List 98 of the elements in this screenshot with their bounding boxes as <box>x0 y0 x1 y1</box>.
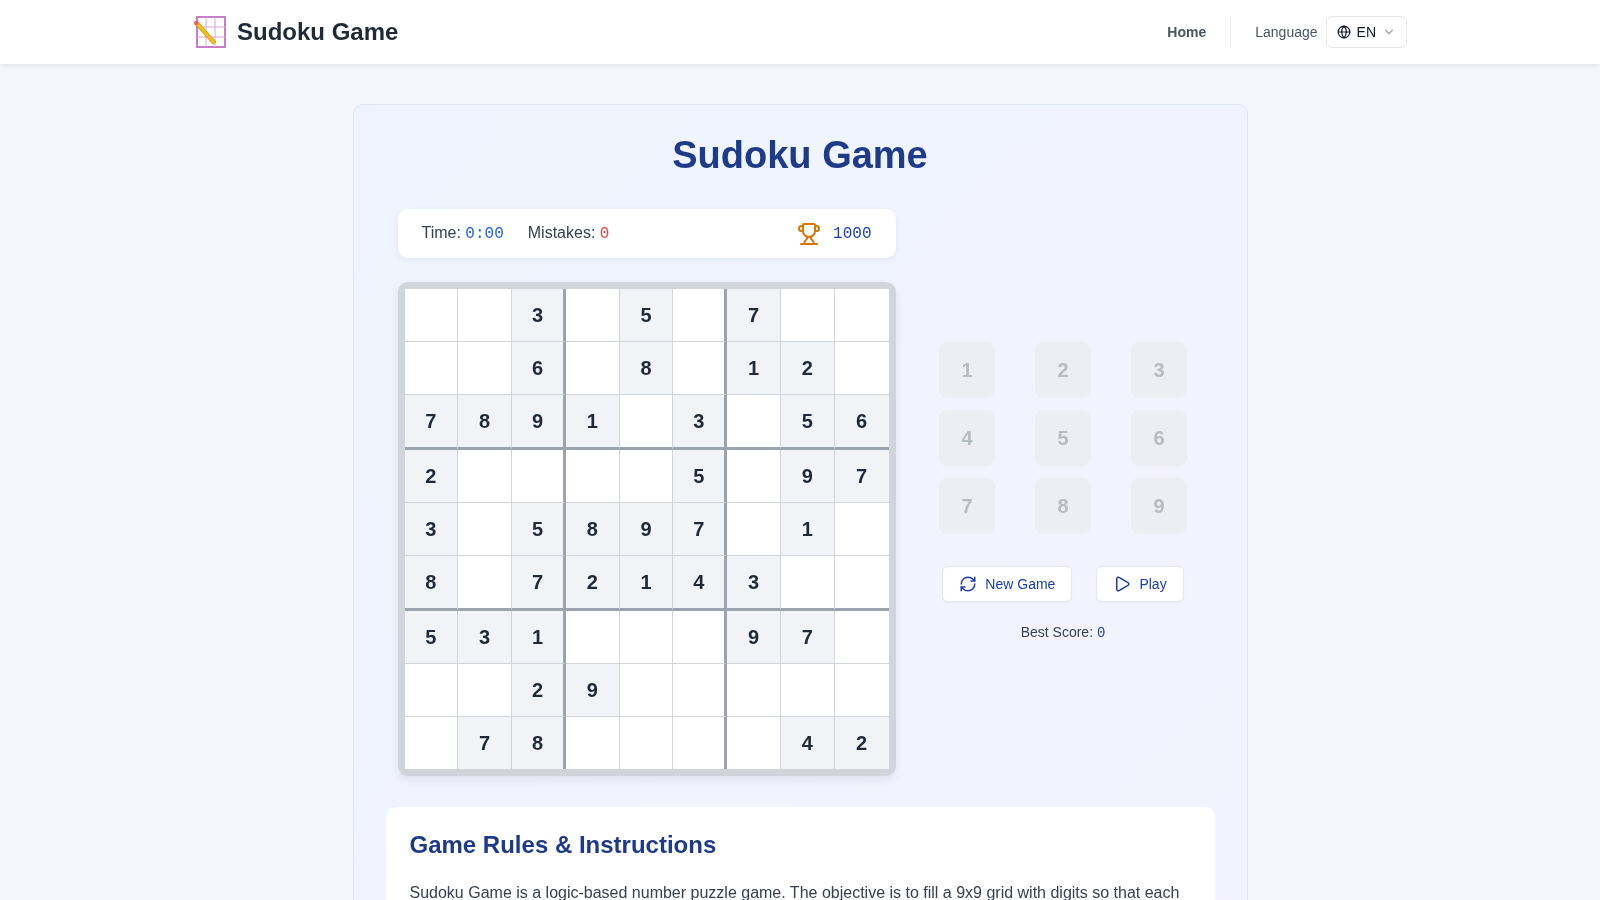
time-stat: Time: 0:00 <box>421 224 504 243</box>
grid-cell[interactable] <box>834 342 889 395</box>
grid-cell[interactable] <box>834 664 889 717</box>
grid-cell[interactable] <box>458 556 513 611</box>
grid-cell[interactable] <box>619 611 674 664</box>
language-select[interactable]: EN <box>1325 16 1407 48</box>
grid-cell[interactable] <box>565 342 620 395</box>
grid-cell[interactable] <box>727 717 781 769</box>
grid-cell[interactable] <box>404 664 459 717</box>
grid-cell[interactable] <box>619 395 674 450</box>
grid-cell[interactable]: 3 <box>404 503 459 556</box>
score-value: 1000 <box>833 224 872 243</box>
grid-cell[interactable] <box>565 717 620 769</box>
grid-cell[interactable] <box>727 664 781 717</box>
grid-cell[interactable]: 5 <box>512 503 566 556</box>
grid-cell[interactable]: 9 <box>512 395 566 450</box>
grid-cell[interactable]: 4 <box>673 556 728 611</box>
grid-cell[interactable] <box>834 503 889 556</box>
language-label: Language <box>1255 24 1318 40</box>
grid-cell[interactable]: 7 <box>673 503 728 556</box>
grid-cell[interactable] <box>404 342 459 395</box>
grid-cell[interactable]: 3 <box>727 556 781 611</box>
grid-cell[interactable]: 3 <box>673 395 728 450</box>
grid-cell[interactable] <box>458 503 513 556</box>
grid-cell[interactable]: 2 <box>834 717 889 769</box>
new-game-button[interactable]: New Game <box>942 566 1073 602</box>
grid-cell[interactable]: 7 <box>458 717 513 769</box>
grid-cell[interactable]: 6 <box>512 342 566 395</box>
grid-cell[interactable]: 1 <box>780 503 835 556</box>
grid-cell[interactable]: 8 <box>565 503 620 556</box>
grid-cell[interactable]: 9 <box>619 503 674 556</box>
grid-cell[interactable] <box>673 717 728 769</box>
refresh-icon <box>959 575 978 593</box>
grid-cell[interactable]: 5 <box>404 611 459 664</box>
best-score: Best Score: 0 <box>1020 624 1106 641</box>
grid-cell[interactable]: 1 <box>619 556 674 611</box>
grid-cell[interactable] <box>727 503 781 556</box>
grid-cell[interactable] <box>780 289 835 342</box>
grid-cell[interactable] <box>458 342 513 395</box>
grid-cell[interactable]: 7 <box>404 395 459 450</box>
grid-cell[interactable] <box>404 289 459 342</box>
grid-cell[interactable]: 8 <box>619 342 674 395</box>
grid-cell[interactable] <box>727 450 781 503</box>
mistakes-stat: Mistakes: 0 <box>527 224 610 243</box>
grid-cell[interactable] <box>834 289 889 342</box>
grid-cell[interactable] <box>565 611 620 664</box>
grid-cell[interactable]: 8 <box>512 717 566 769</box>
grid-cell[interactable]: 4 <box>780 717 835 769</box>
grid-cell[interactable]: 2 <box>404 450 459 503</box>
grid-cell[interactable]: 9 <box>727 611 781 664</box>
grid-cell[interactable] <box>673 342 728 395</box>
grid-cell[interactable]: 7 <box>780 611 835 664</box>
grid-cell[interactable]: 5 <box>780 395 835 450</box>
grid-cell[interactable]: 2 <box>565 556 620 611</box>
brand-name: Sudoku Game <box>237 18 399 46</box>
grid-cell[interactable] <box>565 289 620 342</box>
grid-cell[interactable]: 7 <box>834 450 889 503</box>
grid-cell[interactable]: 1 <box>565 395 620 450</box>
grid-cell[interactable] <box>780 556 835 611</box>
globe-icon <box>1336 25 1351 39</box>
grid-cell[interactable]: 7 <box>727 289 781 342</box>
nav-link[interactable]: Home <box>1143 24 1231 40</box>
play-icon <box>1113 575 1132 593</box>
grid-cell[interactable] <box>512 450 566 503</box>
grid-cell[interactable] <box>458 289 513 342</box>
grid-cell[interactable] <box>565 450 620 503</box>
grid-cell[interactable]: 9 <box>780 450 835 503</box>
grid-cell[interactable] <box>619 664 674 717</box>
grid-cell[interactable]: 5 <box>619 289 674 342</box>
grid-cell[interactable] <box>619 450 674 503</box>
grid-cell[interactable] <box>780 664 835 717</box>
grid-cell[interactable] <box>834 611 889 664</box>
grid-cell[interactable]: 2 <box>780 342 835 395</box>
grid-cell[interactable]: 7 <box>512 556 566 611</box>
grid-cell[interactable] <box>619 717 674 769</box>
grid-cell[interactable] <box>458 664 513 717</box>
grid-cell[interactable] <box>673 289 728 342</box>
grid-cell[interactable]: 5 <box>673 450 728 503</box>
grid-cell[interactable]: 8 <box>404 556 459 611</box>
grid-cell[interactable]: 1 <box>512 611 566 664</box>
grid-cell[interactable] <box>404 717 459 769</box>
grid-cell[interactable] <box>458 450 513 503</box>
trophy-icon <box>797 221 822 246</box>
grid-cell[interactable]: 9 <box>565 664 620 717</box>
grid-cell[interactable] <box>673 611 728 664</box>
grid-cell[interactable]: 3 <box>512 289 566 342</box>
sudoku-logo-icon <box>193 15 227 49</box>
grid-cell[interactable]: 3 <box>458 611 513 664</box>
grid-cell[interactable]: 8 <box>458 395 513 450</box>
grid-cell[interactable] <box>834 556 889 611</box>
rules-heading: Game Rules & Instructions <box>409 830 718 860</box>
grid-cell[interactable] <box>673 664 728 717</box>
page-title: Sudoku Game <box>671 133 929 178</box>
grid-cell[interactable]: 1 <box>727 342 781 395</box>
grid-cell[interactable] <box>727 395 781 450</box>
play-button[interactable]: Play <box>1096 566 1184 602</box>
grid-cell[interactable]: 6 <box>834 395 889 450</box>
grid-cell[interactable]: 2 <box>512 664 566 717</box>
